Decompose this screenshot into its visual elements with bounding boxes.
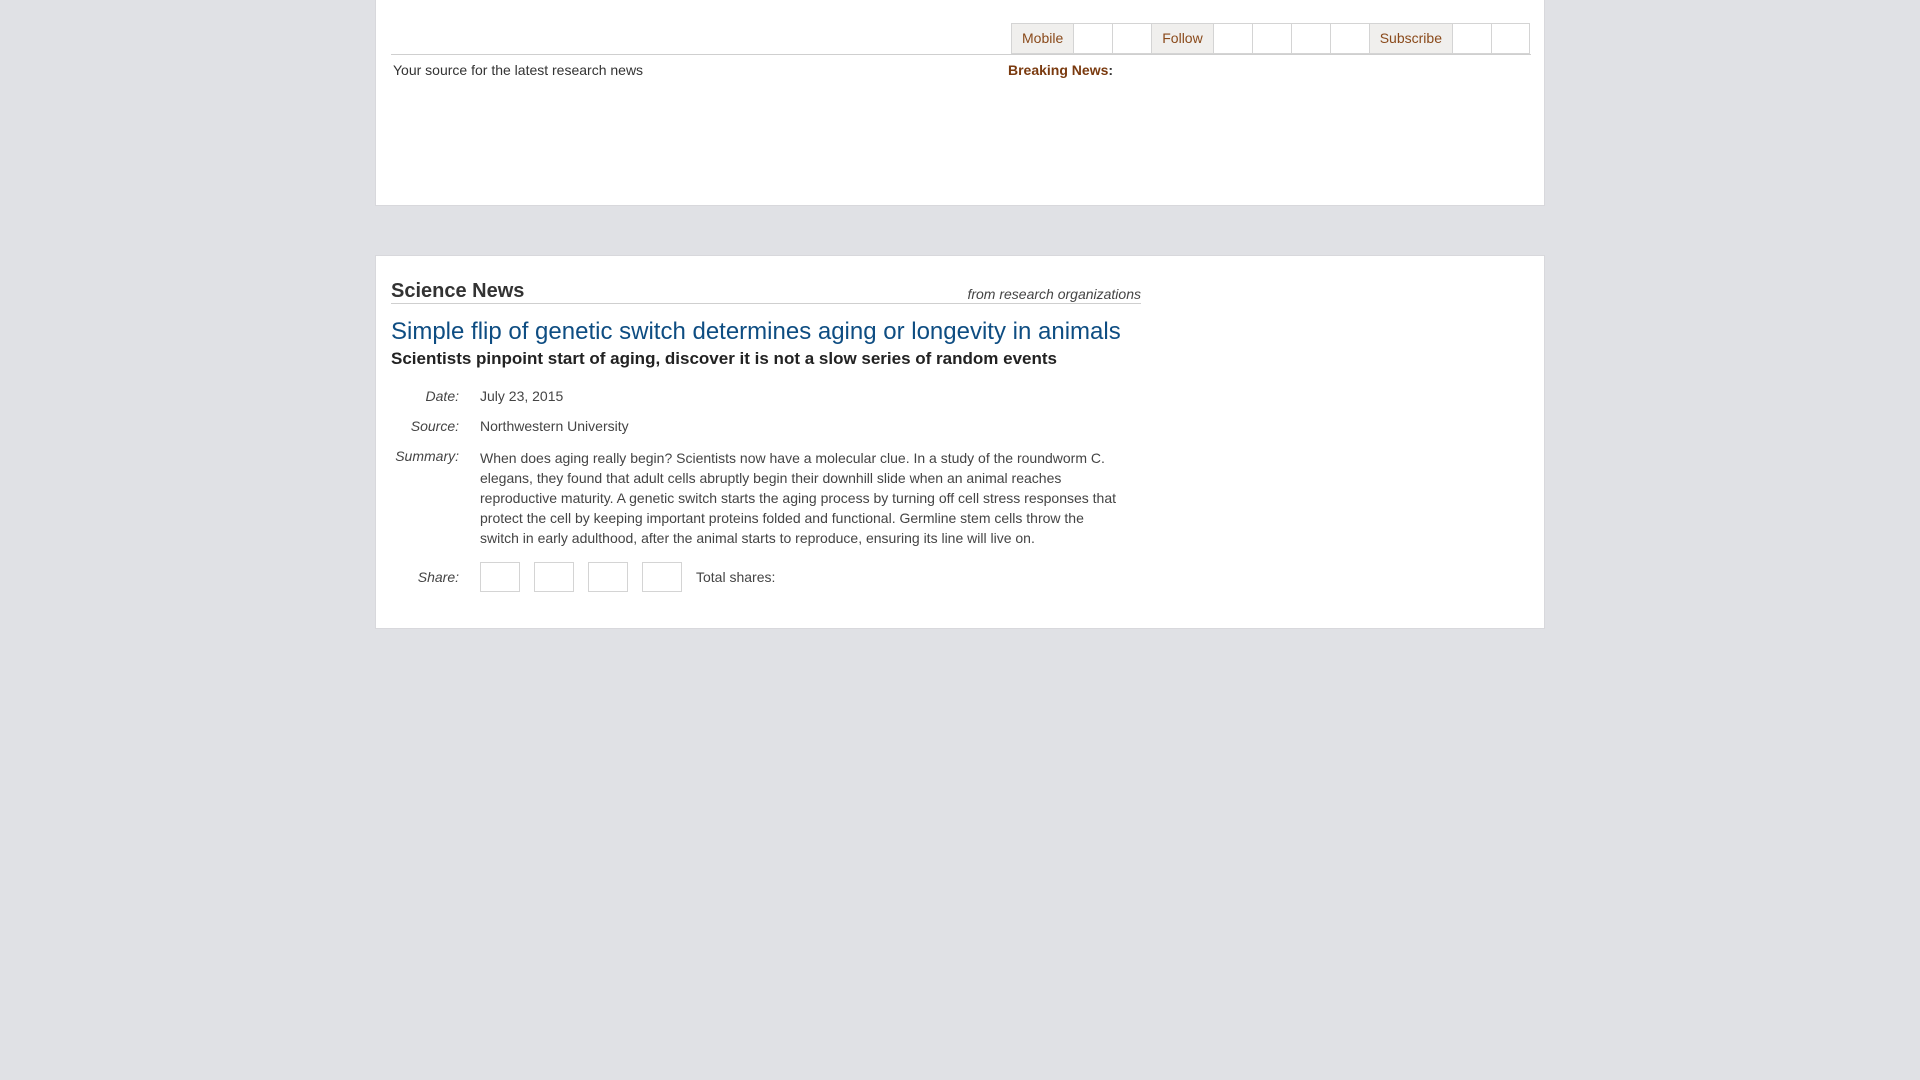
follow-button[interactable]: Follow [1151,23,1213,54]
social-icon-button[interactable] [1212,23,1252,54]
breaking-news-colon: : [1108,62,1114,78]
breaking-news-text: Breaking News [1008,62,1109,78]
share-label: Share: [417,569,459,585]
header-divider [391,54,1531,55]
social-icon-button[interactable] [1329,23,1369,54]
header-toolbar: Mobile Follow Subscribe [1011,23,1530,54]
summary-label: Summary: [395,448,459,464]
article-source: Northwestern University [480,418,629,434]
subscribe-icon-button[interactable] [1490,23,1530,54]
subscribe-button[interactable]: Subscribe [1368,23,1452,54]
mobile-button[interactable]: Mobile [1011,23,1074,54]
article-panel: Science News from research organizations… [375,255,1545,629]
section-title: Science News [391,280,525,302]
subscribe-icon-button[interactable] [1451,23,1491,54]
share-button[interactable] [480,562,520,592]
social-icon-button[interactable] [1251,23,1291,54]
share-button[interactable] [534,562,574,592]
breaking-news-label: Breaking News: [1008,62,1113,78]
share-button[interactable] [642,562,682,592]
toolbar-icon-button[interactable] [1112,23,1152,54]
share-row: Total shares: [480,562,775,592]
source-label: Source: [410,418,459,434]
article-summary: When does aging really begin? Scientists… [480,450,1117,546]
share-button[interactable] [588,562,628,592]
social-icon-button[interactable] [1290,23,1330,54]
site-tagline: Your source for the latest research news [393,62,644,78]
date-label: Date: [425,388,459,404]
section-header: Science News from research organizations [391,268,1141,304]
section-subtitle: from research organizations [967,286,1141,302]
article-headline: Simple flip of genetic switch determines… [391,318,1121,345]
site-header: Mobile Follow Subscribe Your source for … [375,0,1545,206]
article-date: July 23, 2015 [480,388,564,404]
toolbar-icon-button[interactable] [1073,23,1113,54]
article-subhead: Scientists pinpoint start of aging, disc… [391,349,1057,368]
total-shares-label: Total shares: [696,569,776,585]
